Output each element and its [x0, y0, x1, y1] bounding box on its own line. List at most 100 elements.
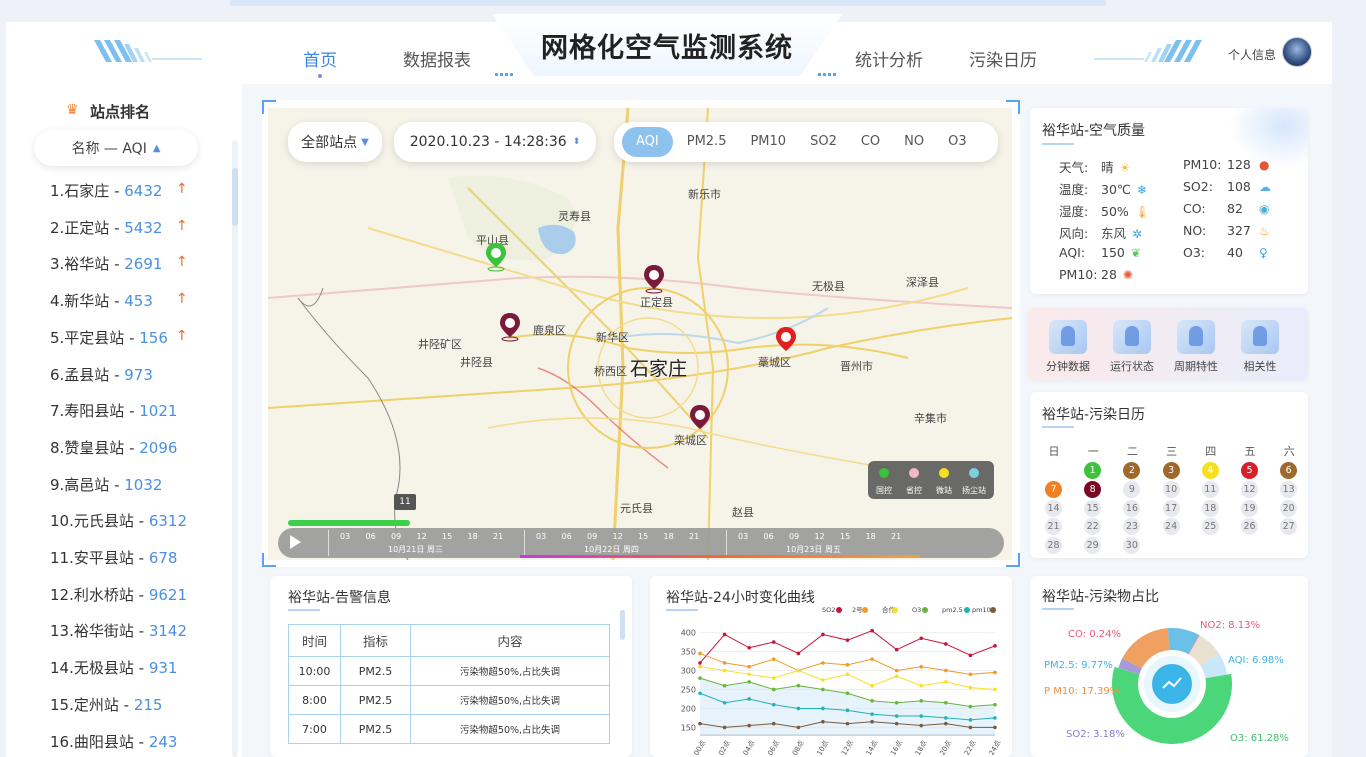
data-point: [771, 657, 776, 661]
list-item[interactable]: 1.石家庄 - 6432: [50, 181, 162, 201]
station-name: 9.高邑站: [50, 475, 110, 494]
data-point: [845, 691, 850, 696]
list-item[interactable]: 7.寿阳县站 - 1021: [50, 401, 177, 421]
map-pin-zhengding[interactable]: [642, 264, 666, 294]
calendar-day[interactable]: 8: [1084, 480, 1102, 498]
play-icon[interactable]: [290, 535, 301, 549]
nav-home[interactable]: 首页: [292, 46, 348, 78]
station-select[interactable]: 全部站点 ▼: [288, 122, 382, 162]
nav-pollution-calendar[interactable]: 污染日历: [964, 46, 1042, 71]
calendar-day[interactable]: 16: [1123, 499, 1141, 517]
timeline-hour: 03: [340, 532, 351, 541]
y-tick-label: 150: [681, 723, 696, 732]
table-row[interactable]: 8:00 PM2.5 污染物超50%,占比失调: [288, 685, 610, 715]
list-item[interactable]: 6.孟县站 - 973: [50, 365, 153, 385]
datetime-picker[interactable]: 2020.10.23 - 14:28:36 ⬍: [394, 122, 596, 162]
calendar-day[interactable]: 17: [1162, 499, 1180, 517]
tab-so2[interactable]: SO2: [800, 127, 847, 157]
list-item[interactable]: 11.安平县站 - 678: [50, 548, 177, 568]
tab-aqi[interactable]: AQI: [622, 127, 673, 157]
ranking-sort-toggle[interactable]: 名称 — AQI ▲: [34, 130, 198, 166]
aq-label: 湿度:: [1059, 204, 1089, 219]
x-tick-label: 02点: [717, 739, 732, 755]
calendar-day[interactable]: 7: [1045, 480, 1062, 498]
tab-pm10[interactable]: PM10: [740, 127, 796, 157]
tab-o3[interactable]: O3: [938, 127, 977, 157]
nav-statistics[interactable]: 统计分析: [850, 46, 928, 71]
user-info-label[interactable]: 个人信息: [1228, 46, 1276, 63]
legend-label: pm10: [972, 606, 991, 614]
area-fill: [700, 678, 995, 735]
station-aqi: 3142: [148, 622, 187, 641]
aq-metric: SO2: 108 ☁: [1183, 179, 1271, 194]
timeline-color-band: [520, 555, 920, 558]
title-underline: [1042, 426, 1074, 428]
sort-label: 名称 — AQI: [71, 141, 147, 157]
list-item[interactable]: 9.高邑站 - 1032: [50, 475, 162, 495]
list-item[interactable]: 8.赞皇县站 - 2096: [50, 438, 177, 458]
alarm-index: PM2.5: [340, 656, 411, 686]
calendar-day[interactable]: 3: [1162, 462, 1180, 479]
quick-link-1[interactable]: 运行状态: [1102, 320, 1162, 374]
map-pin-gaocheng[interactable]: [774, 326, 798, 356]
separator: -: [133, 732, 149, 751]
aq-value: 82: [1227, 201, 1243, 216]
calendar-day[interactable]: 12: [1241, 480, 1258, 498]
list-item[interactable]: 16.曲阳县站 - 243: [50, 732, 177, 752]
pie-chart[interactable]: [1110, 622, 1234, 746]
aq-metric: NO: 327 ♨: [1183, 223, 1270, 238]
timeline-divider: [524, 530, 525, 556]
chevron-down-icon: ▼: [361, 136, 369, 148]
y-tick-label: 250: [681, 685, 696, 694]
timeline-hour: 18: [865, 532, 876, 541]
tab-no[interactable]: NO: [894, 127, 934, 157]
calendar-day[interactable]: 4: [1201, 462, 1219, 479]
map-pin-luancheng[interactable]: [688, 404, 712, 434]
calendar-day[interactable]: 10: [1162, 480, 1180, 498]
nav-data-report[interactable]: 数据报表: [398, 46, 476, 71]
curve-chart[interactable]: 150 200 250 300 350 400 00点 02点 04点 06点 08点 10点 12点 1…: [660, 600, 1008, 755]
list-item[interactable]: 2.正定站 - 5432: [50, 218, 162, 238]
timeline-progress[interactable]: [288, 520, 410, 526]
tab-co[interactable]: CO: [851, 127, 890, 157]
list-item[interactable]: 15.定州站 - 215: [50, 695, 162, 715]
data-point: [944, 700, 948, 705]
list-item[interactable]: 10.元氏县站 - 6312: [50, 511, 187, 531]
quick-link-3[interactable]: 相关性: [1230, 320, 1290, 374]
data-point: [968, 718, 973, 722]
list-item[interactable]: 13.裕华街站 - 3142: [50, 621, 187, 641]
quick-link-2[interactable]: 周期特性: [1166, 320, 1226, 374]
list-item[interactable]: 12.利水桥站 - 9621: [50, 585, 187, 605]
avatar[interactable]: [1282, 37, 1312, 67]
ranking-scrollbar-thumb[interactable]: [232, 168, 238, 226]
pie-label: AQI: 6.98%: [1228, 655, 1284, 666]
calendar-day[interactable]: 19: [1241, 499, 1258, 517]
list-item[interactable]: 4.新华站 - 453: [50, 291, 153, 311]
x-tick-label: 06点: [766, 739, 781, 755]
alarm-scrollbar[interactable]: [620, 610, 625, 640]
map-pin-national[interactable]: [484, 242, 508, 272]
calendar-day[interactable]: 5: [1241, 462, 1258, 479]
calendar-day[interactable]: 15: [1084, 499, 1102, 517]
calendar-day[interactable]: 18: [1201, 499, 1219, 517]
ranking-scrollbar[interactable]: [232, 140, 238, 757]
list-item[interactable]: 3.裕华站 - 2691: [50, 254, 162, 274]
alarm-time: 10:00: [288, 656, 341, 686]
calendar-day[interactable]: 11: [1201, 480, 1219, 498]
list-item[interactable]: 5.平定县站 - 156: [50, 328, 168, 348]
calendar-day[interactable]: 13: [1280, 480, 1298, 498]
table-row[interactable]: 7:00 PM2.5 污染物超50%,占比失调: [288, 714, 610, 744]
map-pin-luquan[interactable]: [498, 312, 522, 342]
metric-icon: ❦: [1130, 246, 1141, 260]
calendar-day[interactable]: 20: [1280, 499, 1298, 517]
station-aqi: 931: [148, 659, 178, 678]
weekday-header: 日: [1048, 445, 1060, 458]
data-point: [845, 663, 850, 667]
list-item[interactable]: 14.无极县站 - 931: [50, 658, 177, 678]
timeline-day: 10月21日 周三: [388, 545, 443, 554]
tab-pm2-5[interactable]: PM2.5: [677, 127, 737, 157]
table-row[interactable]: 10:00 PM2.5 污染物超50%,占比失调: [288, 656, 610, 686]
quick-link-0[interactable]: 分钟数据: [1038, 320, 1098, 374]
calendar-day[interactable]: 14: [1045, 499, 1062, 517]
calendar-day[interactable]: 24: [1162, 518, 1180, 536]
